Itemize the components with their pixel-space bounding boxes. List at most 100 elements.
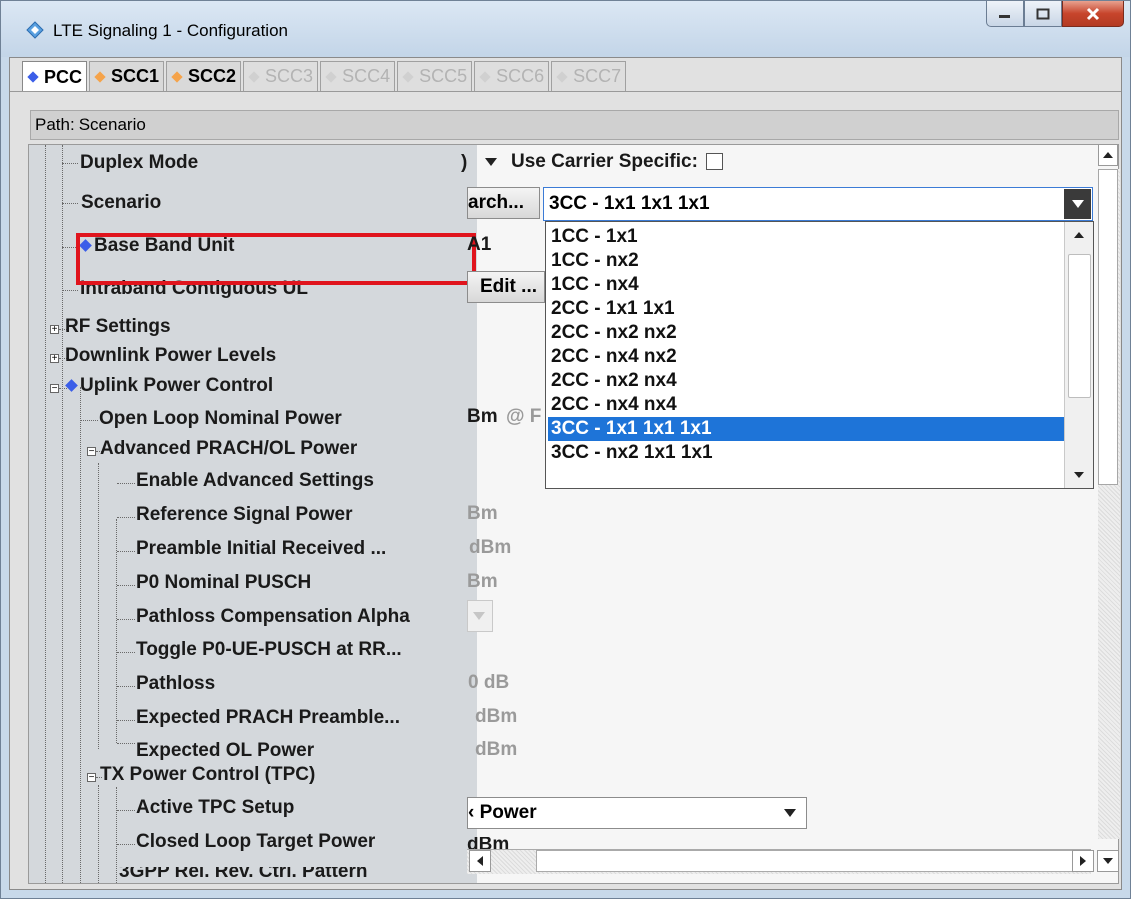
maximize-icon xyxy=(1036,8,1050,19)
preamble-initial-unit: dBm xyxy=(469,537,512,558)
scenario-option[interactable]: 1CC - 1x1 xyxy=(548,225,1067,249)
vertical-scrollbar-thumb[interactable] xyxy=(1098,169,1118,485)
p0-nominal-pusch-unit: Bm xyxy=(467,571,498,592)
active-tpc-setup-value: ‹ Power xyxy=(468,802,537,823)
dropdown-scrollbar[interactable] xyxy=(1064,222,1093,488)
tree-item-tx-power-control[interactable]: TX Power Control (TPC) xyxy=(100,764,315,786)
scroll-down-button[interactable] xyxy=(1097,850,1119,872)
tree-item-expected-ol-power[interactable]: Expected OL Power xyxy=(136,740,314,762)
scroll-left-button[interactable] xyxy=(469,850,491,872)
tree-item-cut-off[interactable]: 3GPP Rel. Rev. Ctrl. Pattern xyxy=(119,867,368,877)
tree-guide xyxy=(116,787,117,883)
tree-item-active-tpc-setup[interactable]: Active TPC Setup xyxy=(136,797,294,819)
tree-item-downlink-power-levels[interactable]: Downlink Power Levels xyxy=(65,345,276,367)
tree-item-p0-nominal-pusch[interactable]: P0 Nominal PUSCH xyxy=(136,572,311,594)
tab-scc6[interactable]: SCC6 xyxy=(474,61,550,91)
scroll-up-button[interactable] xyxy=(1098,144,1118,166)
path-value: Scenario xyxy=(78,115,146,134)
tree-item-expected-prach-preamble[interactable]: Expected PRACH Preamble... xyxy=(136,707,400,729)
pathloss-alpha-select[interactable] xyxy=(467,600,493,632)
tab-divider xyxy=(10,91,1121,92)
tree-guide xyxy=(45,145,46,883)
collapse-icon[interactable]: − xyxy=(50,384,59,394)
dropdown-arrow-icon[interactable] xyxy=(484,157,498,167)
tree-item-rf-settings[interactable]: RF Settings xyxy=(65,316,171,338)
tree-connector xyxy=(117,619,135,620)
scenario-select-value: 3CC - 1x1 1x1 1x1 xyxy=(549,193,710,214)
tree-item-pathloss-compensation-alpha[interactable]: Pathloss Compensation Alpha xyxy=(136,606,410,628)
active-tpc-setup-select[interactable]: ‹ Power xyxy=(467,797,807,829)
tree-guide xyxy=(116,519,117,743)
tree-item-open-loop-nominal-power[interactable]: Open Loop Nominal Power xyxy=(99,408,342,430)
chevron-up-icon xyxy=(1073,232,1084,238)
tab-label: SCC3 xyxy=(265,66,314,86)
use-carrier-specific-text: Use Carrier Specific: xyxy=(511,151,698,172)
scenario-option[interactable]: 1CC - nx4 xyxy=(548,273,1067,297)
collapse-icon[interactable]: − xyxy=(87,447,96,457)
tab-scc2[interactable]: SCC2 xyxy=(166,61,242,91)
tree-item-scenario[interactable]: Scenario xyxy=(81,192,161,214)
tree-item-advanced-prach-ol-power[interactable]: Advanced PRACH/OL Power xyxy=(100,438,357,460)
tree-item-toggle-p0-ue-pusch[interactable]: Toggle P0-UE-PUSCH at RR... xyxy=(136,639,402,661)
title-bar[interactable]: LTE Signaling 1 - Configuration xyxy=(1,1,1130,57)
pathloss-value: 0 dB xyxy=(468,672,510,693)
tree-connector xyxy=(117,585,135,586)
expand-icon[interactable]: + xyxy=(50,325,59,335)
collapse-icon[interactable]: − xyxy=(87,773,96,783)
scenario-option[interactable]: 2CC - 1x1 1x1 xyxy=(548,297,1067,321)
tree-item-preamble-initial-received[interactable]: Preamble Initial Received ... xyxy=(136,538,386,560)
minimize-button[interactable] xyxy=(986,1,1024,27)
intraband-edit-button[interactable]: Edit ... xyxy=(467,271,545,303)
use-carrier-specific-label: Use Carrier Specific: xyxy=(511,151,723,173)
open-loop-nominal-power-at: @ F xyxy=(506,406,542,427)
tree-item-enable-advanced-settings[interactable]: Enable Advanced Settings xyxy=(136,470,374,492)
scenario-option[interactable]: 2CC - nx2 nx2 xyxy=(548,321,1067,345)
tab-scc1[interactable]: SCC1 xyxy=(89,61,165,91)
tree-connector xyxy=(62,163,78,164)
tab-scc7[interactable]: SCC7 xyxy=(551,61,627,91)
tab-pcc[interactable]: PCC xyxy=(22,61,88,92)
scenario-option[interactable]: 3CC - nx2 1x1 1x1 xyxy=(548,441,1067,465)
tab-scc3[interactable]: SCC3 xyxy=(243,61,319,91)
tree-item-duplex-mode[interactable]: Duplex Mode xyxy=(80,152,198,174)
dropdown-scroll-up[interactable] xyxy=(1068,225,1089,245)
tree-guide xyxy=(62,145,63,883)
configuration-window: LTE Signaling 1 - Configuration PCC SCC1… xyxy=(0,0,1131,899)
maximize-button[interactable] xyxy=(1024,1,1062,27)
tab-label: SCC4 xyxy=(342,66,391,86)
tab-label: SCC1 xyxy=(111,66,160,86)
scenario-highlight-box xyxy=(76,233,476,285)
scenario-dropdown-list: 1CC - 1x1 1CC - nx2 1CC - nx4 2CC - 1x1 1x1… xyxy=(545,221,1094,489)
tab-scc5[interactable]: SCC5 xyxy=(397,61,473,91)
scenario-search-button[interactable]: arch... xyxy=(467,187,540,219)
scenario-option[interactable]: 2CC - nx4 nx4 xyxy=(548,393,1067,417)
tree-item-uplink-power-control[interactable]: Uplink Power Control xyxy=(65,375,273,397)
tree-item-pathloss[interactable]: Pathloss xyxy=(136,673,215,695)
dropdown-scrollbar-thumb[interactable] xyxy=(1068,254,1091,398)
diamond-icon xyxy=(65,379,78,392)
duplex-mode-value: ) xyxy=(461,152,468,173)
expand-icon[interactable]: + xyxy=(50,354,59,364)
scenario-option[interactable]: 2CC - nx2 nx4 xyxy=(548,369,1067,393)
tree-item-reference-signal-power[interactable]: Reference Signal Power xyxy=(136,504,352,526)
tab-label: SCC2 xyxy=(188,66,237,86)
scenario-option[interactable]: 3CC - 1x1 1x1 1x1 xyxy=(548,417,1067,441)
scenario-select[interactable]: 3CC - 1x1 1x1 1x1 xyxy=(543,187,1093,221)
chevron-left-icon xyxy=(477,856,483,866)
tree-guide xyxy=(98,785,99,883)
base-band-unit-value: A1 xyxy=(467,234,492,255)
tab-scc4[interactable]: SCC4 xyxy=(320,61,396,91)
use-carrier-specific-checkbox[interactable] xyxy=(705,153,723,171)
tree-item-closed-loop-target-power[interactable]: Closed Loop Target Power xyxy=(136,831,375,853)
expected-ol-power-unit: dBm xyxy=(475,739,518,760)
close-button[interactable] xyxy=(1062,1,1124,27)
diamond-icon xyxy=(171,70,183,83)
horizontal-scrollbar-thumb[interactable] xyxy=(536,850,1092,872)
scenario-option[interactable]: 1CC - nx2 xyxy=(548,249,1067,273)
dropdown-scroll-down[interactable] xyxy=(1068,465,1089,485)
diamond-icon xyxy=(479,70,491,83)
scenario-option[interactable]: 2CC - nx4 nx2 xyxy=(548,345,1067,369)
chevron-down-icon[interactable] xyxy=(1064,189,1091,219)
scroll-right-button[interactable] xyxy=(1072,850,1094,872)
diamond-icon xyxy=(94,70,106,83)
